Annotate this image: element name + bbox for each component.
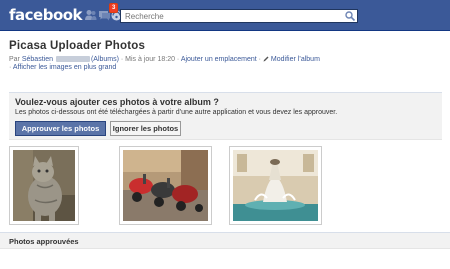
approved-photos-header: Photos approuvées <box>0 232 450 248</box>
photo-thumbnail-fountain[interactable] <box>229 146 322 225</box>
top-bar: facebook 3 <box>0 0 450 31</box>
approved-photos-label: Photos approuvées <box>9 237 79 246</box>
updated-text: · Mis à jour 18:20 · <box>118 56 181 63</box>
approval-question: Voulez-vous ajouter ces photos à votre a… <box>15 97 219 107</box>
author-link[interactable]: Sébastien <box>22 56 53 63</box>
ignore-photos-button[interactable]: Ignorer les photos <box>110 121 181 136</box>
search-input[interactable] <box>121 10 331 22</box>
albums-link[interactable]: (Albums) <box>91 56 119 63</box>
view-larger-link[interactable]: Afficher les images en plus grand <box>13 64 116 71</box>
facebook-logo[interactable]: facebook <box>9 6 83 24</box>
approval-panel: Voulez-vous ajouter ces photos à votre a… <box>9 92 442 140</box>
cat-image <box>13 150 75 221</box>
album-meta-secondary: · Afficher les images en plus grand <box>9 64 116 71</box>
scooters-image <box>123 150 208 221</box>
approval-description: Les photos ci-dessous ont été téléchargé… <box>15 109 338 116</box>
divider <box>0 248 450 249</box>
search-box <box>120 9 358 23</box>
add-location-link[interactable]: Ajouter un emplacement <box>181 56 257 63</box>
album-meta: Par Sébastien (Albums) · Mis à jour 18:2… <box>9 56 320 63</box>
notification-badge: 3 <box>109 3 119 13</box>
photo-thumbnail-scooters[interactable] <box>119 146 212 225</box>
approve-photos-button[interactable]: Approuver les photos <box>15 121 106 136</box>
photo-thumbnail-cat[interactable] <box>9 146 79 225</box>
fountain-image <box>233 150 318 221</box>
blurred-name <box>55 56 90 62</box>
by-prefix: Par <box>9 56 22 63</box>
page-title: Picasa Uploader Photos <box>9 40 146 52</box>
edit-album-link[interactable]: Modifier l’album <box>271 56 320 63</box>
friend-requests-icon[interactable] <box>84 9 97 21</box>
pencil-icon <box>263 56 269 62</box>
search-icon[interactable] <box>343 10 357 22</box>
